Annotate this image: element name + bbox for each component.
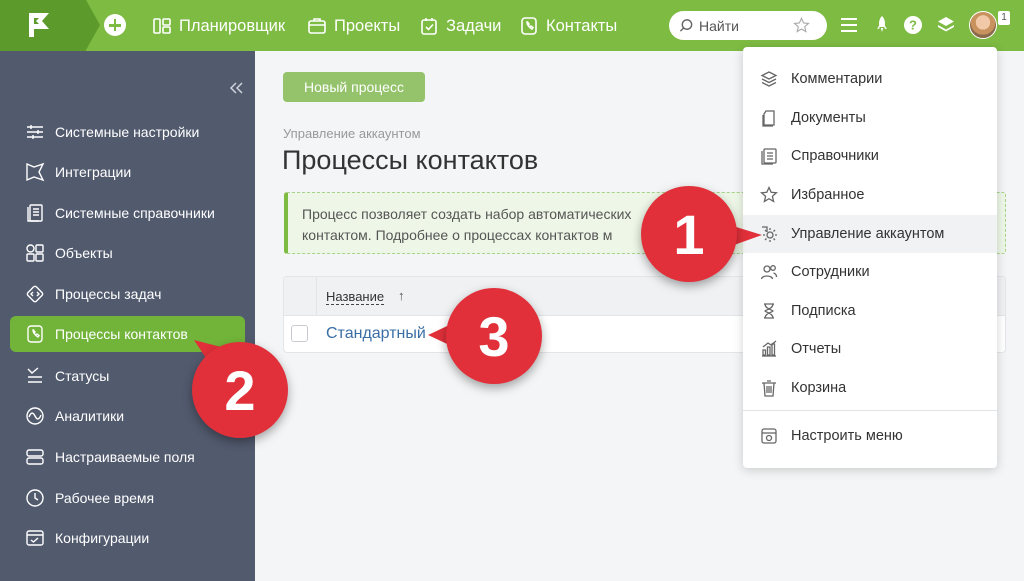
hourglass-icon	[764, 303, 774, 319]
menu-item-label: Сотрудники	[791, 264, 870, 280]
dropdown-menu: Комментарии Документы Справочники Избран…	[743, 47, 997, 468]
sort-arrow-icon[interactable]: ↑	[398, 288, 405, 303]
top-bar: Планировщик Проекты Задачи Контакты ? 1	[0, 0, 1024, 51]
menu-item-reports[interactable]: Отчеты	[743, 330, 997, 368]
sidebar-item-label: Аналитики	[55, 408, 125, 424]
menu-item-favorites[interactable]: Избранное	[743, 176, 997, 214]
search-input[interactable]	[699, 17, 791, 34]
menu-item-comments[interactable]: Комментарии	[743, 60, 997, 98]
svg-text:?: ?	[909, 18, 917, 33]
sidebar-item-integrations[interactable]: Интеграции	[10, 154, 245, 190]
sidebar-item-label: Настраиваемые поля	[55, 449, 195, 465]
menu-divider	[743, 410, 997, 411]
sidebar-item-system-settings[interactable]: Системные настройки	[10, 114, 245, 150]
menu-item-documents[interactable]: Документы	[743, 99, 997, 137]
menu-item-trash[interactable]: Корзина	[743, 369, 997, 407]
table-row-link[interactable]: Стандартный	[326, 325, 426, 343]
directory-icon	[27, 204, 43, 222]
step-badge-1: 1	[641, 186, 737, 282]
user-avatar[interactable]	[969, 11, 997, 39]
menu-item-label: Настроить меню	[791, 428, 903, 444]
documents-icon	[762, 110, 775, 127]
menu-item-label: Отчеты	[791, 341, 842, 357]
reports-icon	[762, 340, 777, 357]
sidebar-item-label: Системные справочники	[55, 205, 215, 221]
contacts-icon	[521, 17, 537, 35]
star-icon[interactable]	[793, 17, 810, 34]
menu-item-label: Подписка	[791, 303, 856, 319]
nav-planner-label: Планировщик	[179, 16, 286, 35]
planner-icon	[153, 18, 171, 34]
hamburger-menu-icon[interactable]	[839, 15, 859, 35]
sidebar-item-label: Процессы контактов	[55, 326, 188, 342]
step-badge-3: 3	[446, 288, 542, 384]
new-process-button[interactable]: Новый процесс	[283, 72, 425, 102]
menu-item-employees[interactable]: Сотрудники	[743, 253, 997, 291]
menu-item-label: Комментарии	[791, 71, 883, 87]
nav-contacts-label: Контакты	[546, 16, 618, 35]
sidebar-item-label: Интеграции	[55, 164, 132, 180]
sliders-icon	[27, 125, 43, 139]
integrations-icon	[26, 162, 45, 182]
column-header-name[interactable]: Название	[326, 290, 385, 305]
process-icon	[26, 285, 44, 303]
sidebar-item-label: Конфигурации	[55, 530, 150, 546]
objects-icon	[26, 244, 44, 262]
sidebar-item-system-directories[interactable]: Системные справочники	[10, 195, 245, 231]
nav-contacts[interactable]: Контакты	[519, 14, 617, 38]
nav-tasks-label: Задачи	[446, 16, 502, 35]
sidebar-item-label: Системные настройки	[55, 124, 200, 140]
clock-icon	[26, 489, 44, 507]
search-box[interactable]	[669, 11, 827, 40]
nav-tasks[interactable]: Задачи	[419, 14, 501, 38]
menu-item-directories[interactable]: Справочники	[743, 137, 997, 175]
menu-item-label: Корзина	[791, 380, 847, 396]
menu-item-account-management[interactable]: Управление аккаунтом	[743, 215, 997, 253]
sidebar-item-working-time[interactable]: Рабочее время	[10, 480, 245, 516]
tasks-icon	[421, 18, 437, 35]
sidebar-item-label: Рабочее время	[55, 490, 155, 506]
custom-fields-icon	[26, 449, 44, 465]
logo-icon	[29, 13, 49, 37]
nav-planner[interactable]: Планировщик	[152, 14, 285, 38]
sidebar-item-task-processes[interactable]: Процессы задач	[10, 276, 245, 312]
analytics-icon	[26, 407, 44, 425]
projects-icon	[308, 18, 326, 34]
sidebar-item-objects[interactable]: Объекты	[10, 235, 245, 271]
breadcrumb[interactable]: Управление аккаунтом	[283, 126, 421, 141]
page-title: Процессы контактов	[282, 145, 539, 175]
notification-badge: 1	[998, 11, 1010, 25]
sidebar-item-label: Процессы задач	[55, 286, 162, 302]
help-icon[interactable]: ?	[903, 15, 923, 35]
contact-process-icon	[27, 325, 43, 343]
menu-item-label: Справочники	[791, 148, 879, 164]
rocket-icon[interactable]	[872, 15, 892, 35]
nav-projects[interactable]: Проекты	[307, 14, 400, 38]
comments-icon	[760, 71, 778, 87]
trash-icon	[762, 380, 776, 397]
logo[interactable]	[0, 0, 86, 51]
search-icon	[679, 19, 693, 32]
select-column	[284, 277, 317, 316]
collapse-sidebar-icon[interactable]	[228, 80, 244, 96]
logo-arrow	[86, 0, 100, 50]
sidebar-item-label: Статусы	[55, 368, 110, 384]
menu-item-subscription[interactable]: Подписка	[743, 292, 997, 330]
statuses-icon	[27, 367, 42, 383]
sidebar-item-label: Объекты	[55, 245, 113, 261]
sidebar-item-custom-fields[interactable]: Настраиваемые поля	[10, 439, 245, 475]
create-button[interactable]	[104, 14, 126, 36]
menu-item-label: Управление аккаунтом	[791, 226, 945, 242]
sidebar-item-configurations[interactable]: Конфигурации	[10, 520, 245, 556]
menu-item-label: Документы	[791, 110, 866, 126]
menu-item-label: Избранное	[791, 187, 865, 203]
step-badge-2: 2	[192, 342, 288, 438]
layers-icon[interactable]	[936, 15, 956, 35]
customize-icon	[761, 428, 777, 444]
configuration-icon	[26, 530, 44, 546]
menu-item-customize-menu[interactable]: Настроить меню	[743, 417, 997, 455]
nav-projects-label: Проекты	[334, 16, 401, 35]
directory-icon	[761, 148, 777, 165]
